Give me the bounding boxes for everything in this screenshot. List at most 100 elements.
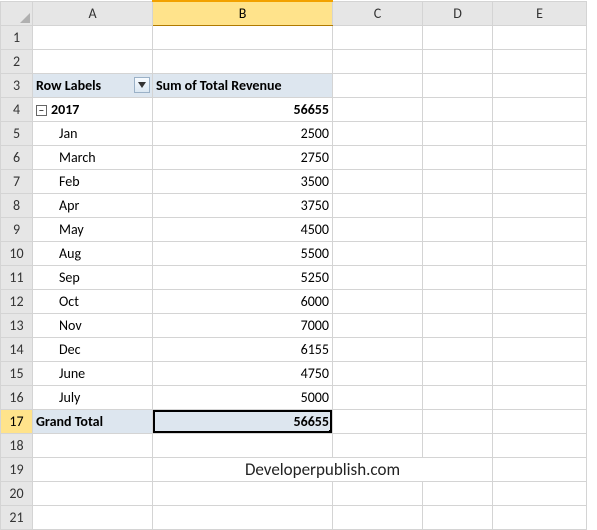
row-header-8[interactable]: 8	[1, 193, 33, 217]
month-label[interactable]: Oct	[33, 289, 153, 313]
row-header-20[interactable]: 20	[1, 481, 33, 505]
cell-C20[interactable]	[333, 481, 423, 505]
cell-B21[interactable]	[153, 505, 333, 529]
cell-D10[interactable]	[423, 241, 493, 265]
cell-A2[interactable]	[33, 49, 153, 73]
row-header-4[interactable]: 4	[1, 97, 33, 121]
cell-C12[interactable]	[333, 289, 423, 313]
cell-C6[interactable]	[333, 145, 423, 169]
cell-C11[interactable]	[333, 265, 423, 289]
month-label[interactable]: Jan	[33, 121, 153, 145]
month-value[interactable]: 4500	[153, 217, 333, 241]
collapse-icon[interactable]: −	[36, 105, 47, 116]
cell-E14[interactable]	[493, 337, 587, 361]
cell-D13[interactable]	[423, 313, 493, 337]
month-value[interactable]: 2750	[153, 145, 333, 169]
cell-E11[interactable]	[493, 265, 587, 289]
row-header-11[interactable]: 11	[1, 265, 33, 289]
cell-E21[interactable]	[493, 505, 587, 529]
cell-D7[interactable]	[423, 169, 493, 193]
cell-B20[interactable]	[153, 481, 333, 505]
cell-D16[interactable]	[423, 385, 493, 409]
cell-D12[interactable]	[423, 289, 493, 313]
column-header-A[interactable]: A	[33, 1, 153, 25]
cell-E8[interactable]	[493, 193, 587, 217]
cell-E16[interactable]	[493, 385, 587, 409]
cell-C9[interactable]	[333, 217, 423, 241]
row-header-5[interactable]: 5	[1, 121, 33, 145]
cell-C4[interactable]	[333, 97, 423, 121]
grand-total-value[interactable]: 56655	[153, 409, 333, 433]
cell-C18[interactable]	[333, 433, 423, 457]
month-label[interactable]: June	[33, 361, 153, 385]
cell-E20[interactable]	[493, 481, 587, 505]
month-value[interactable]: 5250	[153, 265, 333, 289]
pivot-value-header[interactable]: Sum of Total Revenue	[153, 73, 333, 97]
month-label[interactable]: Sep	[33, 265, 153, 289]
pivot-row-labels-header[interactable]: Row Labels	[33, 73, 153, 97]
cell-E19[interactable]	[493, 457, 587, 481]
row-header-17[interactable]: 17	[1, 409, 33, 433]
month-value[interactable]: 3500	[153, 169, 333, 193]
cell-D6[interactable]	[423, 145, 493, 169]
row-header-21[interactable]: 21	[1, 505, 33, 529]
month-value[interactable]: 7000	[153, 313, 333, 337]
cell-D2[interactable]	[423, 49, 493, 73]
cell-E2[interactable]	[493, 49, 587, 73]
row-header-3[interactable]: 3	[1, 73, 33, 97]
cell-D1[interactable]	[423, 25, 493, 49]
cell-D3[interactable]	[423, 73, 493, 97]
month-label[interactable]: Nov	[33, 313, 153, 337]
cell-A20[interactable]	[33, 481, 153, 505]
month-label[interactable]: July	[33, 385, 153, 409]
column-header-E[interactable]: E	[493, 1, 587, 25]
row-header-16[interactable]: 16	[1, 385, 33, 409]
row-header-9[interactable]: 9	[1, 217, 33, 241]
cell-C16[interactable]	[333, 385, 423, 409]
cell-D14[interactable]	[423, 337, 493, 361]
row-header-6[interactable]: 6	[1, 145, 33, 169]
cell-A21[interactable]	[33, 505, 153, 529]
cell-E1[interactable]	[493, 25, 587, 49]
filter-dropdown-icon[interactable]	[134, 77, 150, 93]
cell-C5[interactable]	[333, 121, 423, 145]
cell-D18[interactable]	[423, 433, 493, 457]
cell-D15[interactable]	[423, 361, 493, 385]
cell-E6[interactable]	[493, 145, 587, 169]
month-value[interactable]: 6155	[153, 337, 333, 361]
cell-C14[interactable]	[333, 337, 423, 361]
cell-A18[interactable]	[33, 433, 153, 457]
month-value[interactable]: 5000	[153, 385, 333, 409]
cell-B1[interactable]	[153, 25, 333, 49]
cell-E3[interactable]	[493, 73, 587, 97]
row-header-7[interactable]: 7	[1, 169, 33, 193]
row-header-13[interactable]: 13	[1, 313, 33, 337]
cell-D8[interactable]	[423, 193, 493, 217]
cell-E9[interactable]	[493, 217, 587, 241]
cell-E13[interactable]	[493, 313, 587, 337]
row-header-1[interactable]: 1	[1, 25, 33, 49]
cell-E15[interactable]	[493, 361, 587, 385]
cell-C8[interactable]	[333, 193, 423, 217]
cell-D9[interactable]	[423, 217, 493, 241]
cell-E4[interactable]	[493, 97, 587, 121]
year-row-label[interactable]: −2017	[33, 97, 153, 121]
row-header-12[interactable]: 12	[1, 289, 33, 313]
spreadsheet-grid[interactable]: ABCDE123Row LabelsSum of Total Revenue4−…	[0, 0, 587, 530]
cell-D21[interactable]	[423, 505, 493, 529]
cell-C15[interactable]	[333, 361, 423, 385]
month-label[interactable]: May	[33, 217, 153, 241]
cell-C7[interactable]	[333, 169, 423, 193]
cell-A1[interactable]	[33, 25, 153, 49]
cell-C1[interactable]	[333, 25, 423, 49]
row-header-14[interactable]: 14	[1, 337, 33, 361]
cell-D4[interactable]	[423, 97, 493, 121]
cell-E18[interactable]	[493, 433, 587, 457]
cell-C3[interactable]	[333, 73, 423, 97]
month-value[interactable]: 2500	[153, 121, 333, 145]
month-value[interactable]: 4750	[153, 361, 333, 385]
row-header-15[interactable]: 15	[1, 361, 33, 385]
grand-total-label[interactable]: Grand Total	[33, 409, 153, 433]
row-header-10[interactable]: 10	[1, 241, 33, 265]
row-header-2[interactable]: 2	[1, 49, 33, 73]
